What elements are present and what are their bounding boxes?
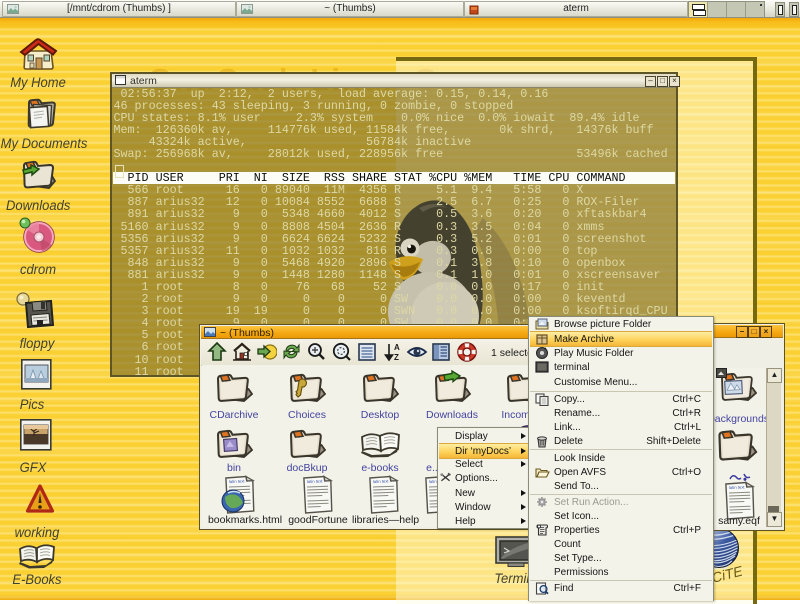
svg-text:latin text: latin text	[229, 478, 246, 484]
svg-text:Z: Z	[394, 353, 399, 362]
svg-text:latin text: latin text	[729, 484, 746, 490]
svg-text:latin text: latin text	[307, 478, 324, 484]
svg-text:latin text: latin text	[373, 478, 390, 484]
svg-text:A: A	[394, 343, 400, 352]
